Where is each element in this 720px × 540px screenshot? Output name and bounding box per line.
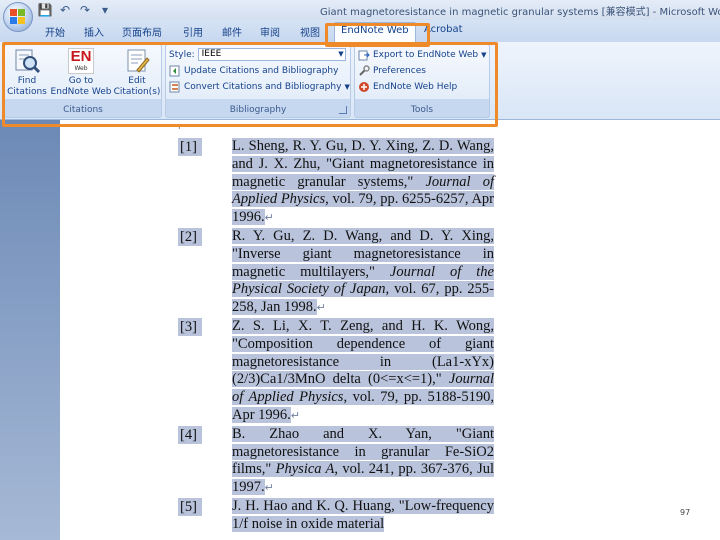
reference-authors-title: J. H. Hao and K. Q. Huang, "Low-frequenc…: [232, 497, 494, 532]
export-to-endnote-web-button[interactable]: Export to EndNote Web ▼: [358, 47, 487, 62]
citations-group-label: Citations: [63, 105, 103, 115]
export-label: Export to EndNote Web: [373, 49, 479, 60]
bibliography-group-label: Bibliography: [229, 105, 287, 115]
reference-text: L. Sheng, R. Y. Gu, D. Y. Xing, Z. D. Wa…: [232, 138, 494, 228]
convert-citations-button[interactable]: Convert Citations and Bibliography ▼: [169, 79, 350, 94]
chevron-down-icon: ▼: [338, 50, 344, 58]
office-button[interactable]: [3, 2, 33, 32]
preferences-icon: [358, 64, 370, 77]
tab-review[interactable]: 审阅: [260, 24, 280, 39]
style-row: Style: IEEE ▼: [169, 47, 346, 62]
window-title: Giant magnetoresistance in magnetic gran…: [320, 7, 720, 18]
export-icon: [358, 49, 370, 61]
left-margin-strip: [0, 120, 60, 540]
chevron-down-icon[interactable]: ▼: [481, 51, 486, 59]
save-icon[interactable]: 💾: [38, 3, 53, 17]
bibliography-group: Style: IEEE ▼ Update Citations and Bibli…: [165, 44, 351, 118]
endnote-web-help-button[interactable]: EndNote Web Help: [358, 79, 457, 94]
en-logo-text: EN: [70, 48, 92, 65]
reference-journal: Physica A: [275, 461, 335, 478]
tab-references[interactable]: 引用: [183, 24, 203, 39]
reference-text: J. H. Hao and K. Q. Huang, "Low-frequenc…: [232, 497, 494, 534]
reference-text: Z. S. Li, X. T. Zeng, and H. K. Wong, "C…: [232, 317, 494, 426]
edit-citations-icon: [123, 48, 151, 74]
update-citations-button[interactable]: Update Citations and Bibliography: [169, 63, 338, 78]
find-citations-label: Find Citations: [7, 76, 47, 97]
reference-item[interactable]: [1] L. Sheng, R. Y. Gu, D. Y. Xing, Z. D…: [178, 138, 496, 228]
convert-citations-label: Convert Citations and Bibliography: [184, 81, 342, 92]
reference-number: [1]: [178, 138, 202, 156]
tab-home[interactable]: 开始: [45, 24, 65, 39]
title-bar: 💾 ↶ ↷ ▾ Giant magnetoresistance in magne…: [0, 0, 720, 20]
reference-item[interactable]: [3] Z. S. Li, X. T. Zeng, and H. K. Wong…: [178, 317, 496, 426]
reference-number: [4]: [178, 425, 202, 444]
help-label: EndNote Web Help: [373, 81, 458, 92]
reference-text: R. Y. Gu, Z. D. Wang, and D. Y. Xing, "I…: [232, 227, 495, 318]
goto-endnote-web-label: Go to EndNote Web: [50, 76, 112, 97]
paragraph-mark: ↵: [290, 409, 301, 422]
reference-item[interactable]: [5] J. H. Hao and K. Q. Huang, "Low-freq…: [178, 497, 496, 534]
style-label: Style:: [169, 49, 195, 60]
customize-icon[interactable]: ▾: [98, 3, 112, 17]
style-value: IEEE: [201, 49, 222, 59]
edit-citations-button[interactable]: Edit Citation(s): [113, 48, 161, 98]
undo-icon[interactable]: ↶: [58, 3, 72, 17]
tools-group: Export to EndNote Web ▼ Preferences EndN…: [354, 44, 490, 118]
goto-endnote-web-button[interactable]: EN Web Go to EndNote Web: [49, 48, 113, 98]
references-list: [1] L. Sheng, R. Y. Gu, D. Y. Xing, Z. D…: [178, 138, 496, 534]
paragraph-mark: ↵: [264, 482, 274, 495]
quick-access-toolbar: 💾 ↶ ↷ ▾: [38, 2, 112, 18]
reference-text: B. Zhao and X. Yan, "Giant magnetoresist…: [232, 425, 494, 498]
preferences-label: Preferences: [373, 65, 426, 76]
convert-icon: [169, 81, 181, 93]
update-icon: [169, 65, 181, 77]
tab-acrobat[interactable]: Acrobat: [424, 24, 463, 35]
citations-group: Find Citations EN Web Go to EndNote Web: [4, 44, 162, 118]
chevron-down-icon[interactable]: ▼: [344, 83, 349, 91]
tab-insert[interactable]: 插入: [84, 24, 104, 39]
preferences-button[interactable]: Preferences: [358, 63, 426, 78]
tab-endnote-web[interactable]: EndNote Web: [334, 22, 416, 42]
paragraph-mark: ↵: [264, 212, 274, 225]
office-logo-icon: [10, 9, 26, 25]
reference-number: [3]: [178, 317, 202, 336]
endnote-web-logo-icon: EN Web: [68, 48, 94, 74]
en-logo-sub: Web: [74, 65, 88, 72]
find-citations-button[interactable]: Find Citations: [5, 48, 49, 98]
reference-number: [5]: [178, 497, 202, 516]
tools-group-label: Tools: [410, 105, 434, 115]
reference-item[interactable]: [2] R. Y. Gu, Z. D. Wang, and D. Y. Xing…: [178, 227, 496, 318]
reference-number: [2]: [178, 227, 202, 246]
redo-icon[interactable]: ↷: [78, 3, 92, 17]
tab-page-layout[interactable]: 页面布局: [122, 24, 162, 39]
tab-mailings[interactable]: 邮件: [222, 24, 242, 39]
paragraph-cursor-mark: ': [178, 126, 181, 136]
reference-item[interactable]: [4] B. Zhao and X. Yan, "Giant magnetore…: [178, 425, 496, 498]
ribbon: Find Citations EN Web Go to EndNote Web: [0, 42, 720, 120]
update-citations-label: Update Citations and Bibliography: [184, 65, 339, 76]
edit-citations-label: Edit Citation(s): [113, 76, 161, 97]
style-select[interactable]: IEEE ▼: [197, 48, 346, 61]
ribbon-tabs: 开始 插入 页面布局 引用 邮件 审阅 视图 EndNote Web Acrob…: [0, 20, 720, 42]
paragraph-mark: ↵: [316, 302, 326, 315]
dialog-launcher-icon[interactable]: [339, 106, 347, 114]
find-citations-icon: [13, 48, 41, 74]
tab-view[interactable]: 视图: [300, 24, 320, 39]
help-icon: [358, 81, 370, 93]
word-window: 💾 ↶ ↷ ▾ Giant magnetoresistance in magne…: [0, 0, 720, 540]
page-number: 97: [680, 508, 691, 517]
